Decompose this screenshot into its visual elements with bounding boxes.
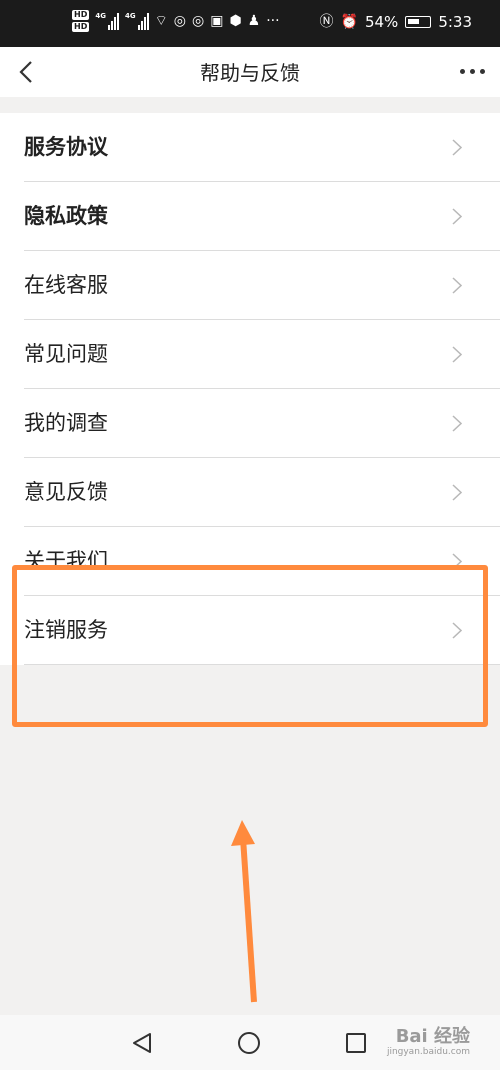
nav-back-icon[interactable]: [131, 1032, 153, 1054]
watermark: Bai 经验 jingyan.baidu.com: [386, 1026, 470, 1058]
pointer-arrow-icon: [231, 820, 257, 1003]
watermark-logo-text: Bai 经验: [395, 1026, 470, 1047]
watermark-url: jingyan.baidu.com: [386, 1047, 470, 1057]
system-nav-bar: Bai 经验 jingyan.baidu.com: [0, 1015, 500, 1070]
nav-recent-apps-icon[interactable]: [346, 1033, 366, 1053]
nav-home-icon[interactable]: [238, 1032, 260, 1054]
